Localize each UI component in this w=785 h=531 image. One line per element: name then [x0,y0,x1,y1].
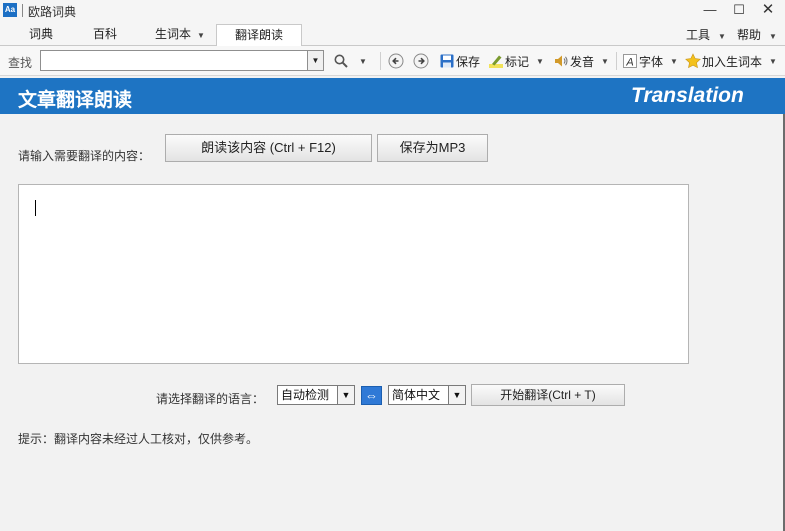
save-label: 保存 [456,54,481,69]
app-logo-icon: Aa [3,3,17,17]
add-wordbook-label: 加入生词本 [702,54,763,69]
tab-label: 词典 [28,27,53,41]
font-button[interactable]: A 字体 ▼ [622,52,678,70]
back-arrow-icon [388,53,404,69]
save-button[interactable]: 保存 [439,52,480,70]
source-language-select[interactable]: 自动检测 ▼ [277,385,355,405]
translation-input[interactable] [18,184,689,364]
target-language-select[interactable]: 简体中文 ▼ [388,385,466,405]
back-button[interactable] [388,52,405,70]
forward-button[interactable] [413,52,430,70]
target-language-value: 简体中文 [392,388,441,402]
tab-dictionary[interactable]: 词典 [14,24,68,46]
menu-label: 工具 [686,28,711,42]
search-history-dropdown[interactable]: ▼ [307,50,324,71]
star-icon [685,53,701,69]
language-select-label: 请选择翻译的语言： [156,392,265,406]
chevron-down-icon: ▼ [197,31,205,40]
tab-wordbook[interactable]: 生词本 ▼ [144,24,216,46]
mark-button[interactable]: 标记 ▼ [488,52,544,70]
chevron-down-icon: ▼ [670,56,678,66]
translation-panel: 请输入需要翻译的内容： 朗读该内容 (Ctrl + F12) 保存为MP3 请选… [0,114,783,531]
toolbar: 查找 ▼ ▼ 保存 标记 ▼ 发音 ▼ A 字体 ▼ 加入生词本 ▼ [0,46,785,76]
toolbar-separator [380,52,381,70]
tab-translation[interactable]: 翻译朗读 [216,24,302,47]
window-title: 欧路词典 [28,5,77,19]
speaker-icon [555,55,568,67]
chevron-down-icon: ▼ [359,56,367,66]
tab-label: 生词本 [155,27,192,41]
font-label: 字体 [639,54,664,69]
highlighter-icon [489,55,503,68]
pronounce-label: 发音 [570,54,595,69]
swap-languages-button[interactable]: ⇔ [361,386,382,405]
close-button[interactable]: ✕ [755,1,781,21]
forward-arrow-icon [413,53,429,69]
chevron-down-icon: ▼ [769,56,777,66]
chevron-down-icon: ▼ [601,56,609,66]
text-cursor [35,200,36,216]
pronounce-button[interactable]: 发音 ▼ [553,52,609,70]
title-bar: Aa 欧路词典 — ☐ ✕ [0,0,785,22]
menu-label: 帮助 [737,28,762,42]
minimize-button[interactable]: — [697,1,723,21]
translation-banner: 文章翻译朗读 Translation [0,78,785,114]
menu-tools[interactable]: 工具 ▼ [686,26,726,43]
maximize-button[interactable]: ☐ [726,1,752,21]
chevron-down-icon: ▼ [718,32,726,41]
tab-bar: 词典 百科 生词本 ▼ 翻译朗读 工具 ▼ 帮助 ▼ [0,22,785,47]
chevron-down-icon: ▼ [337,386,354,404]
search-label: 查找 [8,56,33,70]
save-icon [440,54,454,68]
page-title-english: Translation [631,84,744,107]
toolbar-separator [616,52,617,70]
read-aloud-button[interactable]: 朗读该内容 (Ctrl + F12) [165,134,372,162]
page-title: 文章翻译朗读 [18,90,133,111]
tab-label: 翻译朗读 [234,28,283,42]
title-separator [22,4,23,17]
tab-label: 百科 [92,27,117,41]
save-mp3-button[interactable]: 保存为MP3 [377,134,488,162]
add-to-wordbook-button[interactable]: 加入生词本 ▼ [685,52,777,70]
search-button[interactable]: ▼ [333,52,367,70]
svg-text:A: A [625,57,633,69]
menu-help[interactable]: 帮助 ▼ [737,26,777,43]
chevron-down-icon: ▼ [769,32,777,41]
tab-encyclopedia[interactable]: 百科 [78,24,132,46]
font-icon: A [623,54,637,69]
disclaimer-hint: 提示：翻译内容未经过人工核对，仅供参考。 [18,432,259,446]
search-input[interactable] [40,50,308,71]
input-prompt-label: 请输入需要翻译的内容： [18,149,151,163]
chevron-down-icon: ▼ [536,56,544,66]
start-translate-button[interactable]: 开始翻译(Ctrl + T) [471,384,625,406]
chevron-down-icon: ▼ [448,386,465,404]
mark-label: 标记 [505,54,530,69]
search-icon [334,54,348,68]
source-language-value: 自动检测 [281,388,330,402]
